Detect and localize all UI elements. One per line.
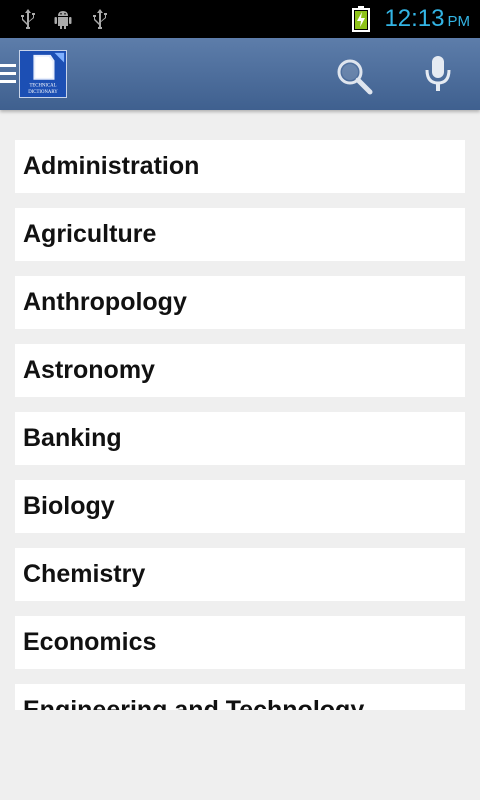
list-item-label: Engineering and Technology — [23, 696, 365, 710]
list-item-label: Biology — [23, 492, 115, 520]
android-debug-icon — [54, 11, 72, 29]
list-item[interactable]: Banking — [15, 412, 465, 465]
list-item-label: Chemistry — [23, 560, 146, 588]
list-item[interactable]: Biology — [15, 480, 465, 533]
drawer-icon[interactable] — [0, 64, 16, 84]
svg-text:TECHNICAL: TECHNICAL — [29, 83, 56, 88]
usb-icon — [21, 9, 35, 29]
list-item-label: Economics — [23, 628, 157, 656]
list-item[interactable]: Anthropology — [15, 276, 465, 329]
status-time: 12:13 — [384, 5, 445, 32]
battery-charging-icon — [352, 6, 370, 32]
list-item-label: Administration — [23, 152, 200, 180]
list-item-label: Agriculture — [23, 220, 157, 248]
status-ampm: PM — [447, 13, 471, 30]
dictionary-logo-icon: TECHNICAL DICTIONARY — [20, 51, 66, 97]
usb-icon — [93, 9, 107, 29]
list-item[interactable]: Economics — [15, 616, 465, 669]
action-bar: TECHNICAL DICTIONARY — [0, 38, 480, 110]
subject-list[interactable]: Administration Agriculture Anthropology … — [0, 140, 480, 710]
status-bar: 12:13 PM — [0, 0, 480, 38]
list-item[interactable]: Administration — [15, 140, 465, 193]
svg-text:DICTIONARY: DICTIONARY — [28, 90, 58, 95]
microphone-icon[interactable] — [423, 54, 453, 94]
list-item[interactable]: Astronomy — [15, 344, 465, 397]
list-item-label: Astronomy — [23, 356, 155, 384]
list-item[interactable]: Chemistry — [15, 548, 465, 601]
list-item-label: Anthropology — [23, 288, 187, 316]
list-item[interactable]: Engineering and Technology — [15, 684, 465, 710]
search-icon[interactable] — [334, 56, 374, 96]
list-item-label: Banking — [23, 424, 122, 452]
status-clock: 12:13 PM — [384, 5, 470, 36]
list-item[interactable]: Agriculture — [15, 208, 465, 261]
app-logo[interactable]: TECHNICAL DICTIONARY — [19, 50, 67, 98]
